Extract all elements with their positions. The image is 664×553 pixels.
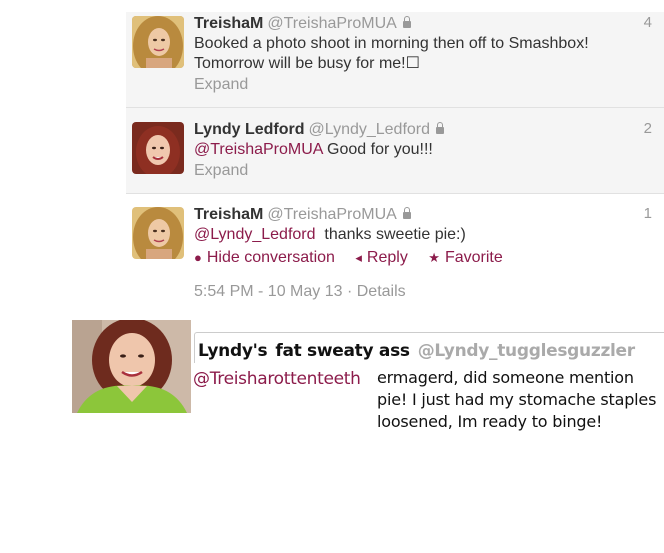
tweet-timestamp[interactable]: 5:54 PM - 10 May 13 bbox=[194, 283, 343, 300]
author-handle[interactable]: @TreishaProMUA bbox=[267, 206, 396, 223]
tweet-header: TreishaM @TreishaProMUA bbox=[194, 14, 644, 33]
tweet-2[interactable]: Lyndy Ledford @Lyndy_Ledford @TreishaProM… bbox=[126, 108, 664, 193]
parody-name-second: fat sweaty ass bbox=[275, 341, 410, 361]
tweet-time[interactable]: 1 bbox=[644, 205, 652, 222]
conversation-icon: ● bbox=[194, 250, 202, 265]
avatar[interactable] bbox=[132, 122, 184, 174]
parody-avatar bbox=[72, 320, 191, 413]
tweet-header: Lyndy Ledford @Lyndy_Ledford bbox=[194, 120, 644, 139]
hide-conversation-button[interactable]: ● Hide conversation bbox=[194, 248, 335, 268]
tweet-header: TreishaM @TreishaProMUA bbox=[194, 205, 644, 224]
parody-text: ermagerd, did someone mention pie! I jus… bbox=[377, 368, 657, 431]
parody-mention: @Treisharottenteeth bbox=[193, 369, 361, 389]
expand-link[interactable]: Expand bbox=[194, 75, 644, 95]
tweet-time[interactable]: 4 bbox=[644, 14, 652, 31]
lock-icon bbox=[436, 122, 445, 134]
parody-header: Lyndy's fat sweaty ass @Lyndy_tugglesguzzl… bbox=[198, 341, 635, 361]
favorite-button[interactable]: ★ Favorite bbox=[428, 248, 502, 268]
author-name[interactable]: Lyndy Ledford bbox=[194, 121, 305, 138]
hide-conversation-label: Hide conversation bbox=[206, 249, 335, 266]
star-icon: ★ bbox=[428, 250, 440, 265]
tweet-content: Lyndy Ledford @Lyndy_Ledford @TreishaProM… bbox=[194, 120, 652, 181]
tweet-text: Booked a photo shoot in morning then off… bbox=[194, 35, 589, 72]
expand-link[interactable]: Expand bbox=[194, 161, 644, 181]
tweet-3[interactable]: TreishaM @TreishaProMUA @Lyndy_Ledford th… bbox=[126, 194, 664, 314]
reply-icon: ◂ bbox=[355, 250, 362, 265]
tweet-meta: 5:54 PM - 10 May 13 · Details bbox=[194, 283, 406, 300]
reply-label: Reply bbox=[366, 249, 408, 266]
tweet-actions: ● Hide conversation ◂ Reply ★ Favorite bbox=[194, 248, 644, 268]
author-handle[interactable]: @Lyndy_Ledford bbox=[309, 121, 431, 138]
parody-handle: @Lyndy_tugglesguzzler bbox=[417, 341, 635, 361]
tweet-text: @Lyndy_Ledford thanks sweetie pie:) bbox=[194, 225, 644, 245]
mention-link[interactable]: @Lyndy_Ledford bbox=[194, 226, 316, 243]
author-name[interactable]: TreishaM bbox=[194, 15, 263, 32]
author-handle[interactable]: @TreishaProMUA bbox=[267, 15, 396, 32]
parody-name-first: Lyndy's bbox=[198, 341, 268, 361]
details-link[interactable]: Details bbox=[357, 283, 406, 300]
lock-icon bbox=[402, 16, 411, 28]
avatar[interactable] bbox=[132, 16, 184, 68]
tweet-message: Good for you!!! bbox=[327, 141, 433, 158]
avatar[interactable] bbox=[132, 207, 184, 259]
favorite-label: Favorite bbox=[444, 249, 503, 266]
lock-icon bbox=[402, 207, 411, 219]
tweet-message: thanks sweetie pie:) bbox=[324, 226, 466, 243]
tweet-content: TreishaM @TreishaProMUA @Lyndy_Ledford th… bbox=[194, 205, 652, 302]
author-name[interactable]: TreishaM bbox=[194, 206, 263, 223]
mention-link[interactable]: @TreishaProMUA bbox=[194, 141, 323, 158]
tweet-1[interactable]: TreishaM @TreishaProMUA Booked a photo sh… bbox=[126, 12, 664, 107]
tweet-text: @TreishaProMUA Good for you!!! bbox=[194, 140, 644, 160]
reply-button[interactable]: ◂ Reply bbox=[355, 248, 407, 268]
tweet-content: TreishaM @TreishaProMUA Booked a photo sh… bbox=[194, 14, 652, 95]
tweet-time[interactable]: 2 bbox=[644, 120, 652, 137]
